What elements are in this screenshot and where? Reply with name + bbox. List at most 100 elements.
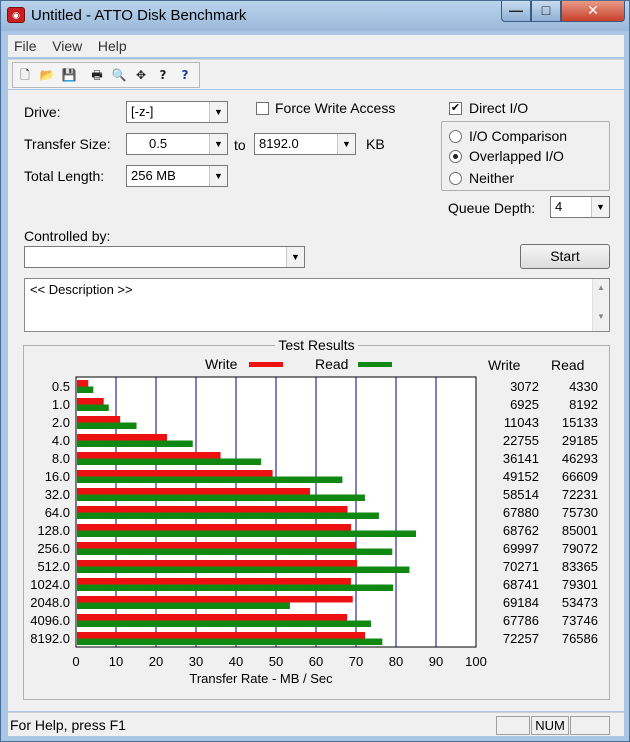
- scroll-down-icon[interactable]: ▼: [593, 312, 609, 321]
- category-label: 128.0: [37, 523, 70, 538]
- write-bar: [77, 470, 273, 477]
- read-bar: [77, 458, 262, 465]
- write-bar: [77, 416, 121, 423]
- description-textarea[interactable]: << Description >> ▲ ▼: [24, 278, 610, 332]
- kb-label: KB: [366, 136, 385, 152]
- category-label: 16.0: [45, 469, 70, 484]
- window-title: Untitled - ATTO Disk Benchmark: [31, 7, 247, 24]
- chevron-down-icon[interactable]: ▼: [209, 166, 227, 186]
- menu-help[interactable]: Help: [92, 35, 133, 57]
- overlapped-io-radio[interactable]: [449, 150, 462, 163]
- transfer-size-to-select[interactable]: 8192.0 ▼: [254, 133, 356, 155]
- move-icon[interactable]: ✥: [131, 65, 151, 85]
- queue-depth-select[interactable]: 4 ▼: [550, 196, 610, 218]
- app-window: ◉ Untitled - ATTO Disk Benchmark — □ ✕ F…: [0, 0, 630, 742]
- test-results-group: Test Results Write Read 0.5 1.0 2.0 4.0 8.0 16…: [23, 337, 610, 700]
- read-bar: [77, 422, 137, 429]
- chart-plot-area: [75, 376, 477, 648]
- write-value: 3072: [510, 379, 539, 394]
- x-tick-label: 30: [189, 654, 203, 669]
- transfer-size-label: Transfer Size:: [24, 136, 111, 152]
- minimize-button[interactable]: —: [501, 1, 531, 22]
- read-bar: [77, 584, 394, 591]
- neither-radio[interactable]: [449, 172, 462, 185]
- direct-io-checkbox[interactable]: ✔: [449, 102, 462, 115]
- new-document-icon[interactable]: 🗋: [15, 65, 35, 85]
- category-label: 2048.0: [30, 595, 70, 610]
- category-label: 1.0: [52, 397, 70, 412]
- write-bar: [77, 398, 104, 405]
- write-value: 68762: [503, 523, 539, 538]
- overlapped-io-label: Overlapped I/O: [469, 148, 564, 164]
- read-value: 46293: [562, 451, 598, 466]
- description-scrollbar[interactable]: ▲ ▼: [592, 279, 609, 331]
- title-bar[interactable]: ◉ Untitled - ATTO Disk Benchmark — □ ✕: [1, 1, 629, 31]
- status-pane-num: NUM: [531, 716, 569, 735]
- read-value: 85001: [562, 523, 598, 538]
- read-value: 75730: [562, 505, 598, 520]
- read-value: 29185: [562, 433, 598, 448]
- category-label: 4.0: [52, 433, 70, 448]
- read-bar: [77, 386, 94, 393]
- category-label: 0.5: [52, 379, 70, 394]
- help-icon[interactable]: ?: [153, 65, 173, 85]
- category-label: 256.0: [37, 541, 70, 556]
- category-label: 4096.0: [30, 613, 70, 628]
- legend-read-label: Read: [315, 356, 348, 372]
- print-icon[interactable]: 🖶: [87, 65, 107, 85]
- main-panel: Drive: [-z-] ▼ Force Write Access ✔ Dire…: [8, 90, 624, 711]
- write-bar: [77, 560, 358, 567]
- write-bar: [77, 488, 311, 495]
- chevron-down-icon[interactable]: ▼: [591, 197, 609, 217]
- read-value: 72231: [562, 487, 598, 502]
- transfer-to-value: 8192.0: [259, 136, 299, 151]
- controlled-by-select[interactable]: ▼: [24, 246, 305, 268]
- read-value: 4330: [569, 379, 598, 394]
- drive-select[interactable]: [-z-] ▼: [126, 101, 228, 123]
- read-value: 66609: [562, 469, 598, 484]
- chevron-down-icon[interactable]: ▼: [209, 102, 227, 122]
- force-write-checkbox[interactable]: [256, 102, 269, 115]
- transfer-size-from-select[interactable]: 0.5 ▼: [126, 133, 228, 155]
- context-help-icon[interactable]: ?: [175, 65, 195, 85]
- chevron-down-icon[interactable]: ▼: [286, 247, 304, 267]
- status-pane-scroll: [570, 716, 610, 735]
- menu-view[interactable]: View: [46, 35, 88, 57]
- write-bar: [77, 380, 89, 387]
- scroll-up-icon[interactable]: ▲: [593, 283, 609, 292]
- write-bar: [77, 542, 356, 549]
- io-comparison-radio[interactable]: [449, 130, 462, 143]
- chevron-down-icon[interactable]: ▼: [337, 134, 355, 154]
- open-folder-icon[interactable]: 📂: [37, 65, 57, 85]
- read-bar: [77, 566, 410, 573]
- chart-x-axis-label: Transfer Rate - MB / Sec: [189, 671, 333, 686]
- write-value: 69184: [503, 595, 539, 610]
- read-value: 79072: [562, 541, 598, 556]
- maximize-button[interactable]: □: [531, 1, 561, 22]
- read-value: 73746: [562, 613, 598, 628]
- save-icon[interactable]: 💾: [59, 65, 79, 85]
- atto-app-icon[interactable]: ◉: [7, 7, 25, 23]
- read-column-header: Read: [551, 357, 584, 373]
- read-value: 83365: [562, 559, 598, 574]
- total-length-select[interactable]: 256 MB ▼: [126, 165, 228, 187]
- controlled-by-label: Controlled by:: [24, 228, 111, 244]
- read-bar: [77, 476, 343, 483]
- write-bar: [77, 578, 351, 585]
- write-value: 22755: [503, 433, 539, 448]
- start-button[interactable]: Start: [520, 244, 610, 269]
- write-value: 36141: [503, 451, 539, 466]
- write-value: 72257: [503, 631, 539, 646]
- transfer-from-value: 0.5: [149, 136, 168, 151]
- menu-file[interactable]: File: [8, 35, 43, 57]
- read-value: 79301: [562, 577, 598, 592]
- close-button[interactable]: ✕: [561, 1, 625, 22]
- toolbar: 🗋 📂 💾 🖶 🔍 ✥ ? ?: [8, 59, 624, 89]
- legend-read-swatch: [358, 362, 392, 367]
- print-preview-icon[interactable]: 🔍: [109, 65, 129, 85]
- write-bar: [77, 452, 221, 459]
- x-tick-label: 50: [269, 654, 283, 669]
- x-tick-label: 80: [389, 654, 403, 669]
- read-value: 15133: [562, 415, 598, 430]
- chevron-down-icon[interactable]: ▼: [209, 134, 227, 154]
